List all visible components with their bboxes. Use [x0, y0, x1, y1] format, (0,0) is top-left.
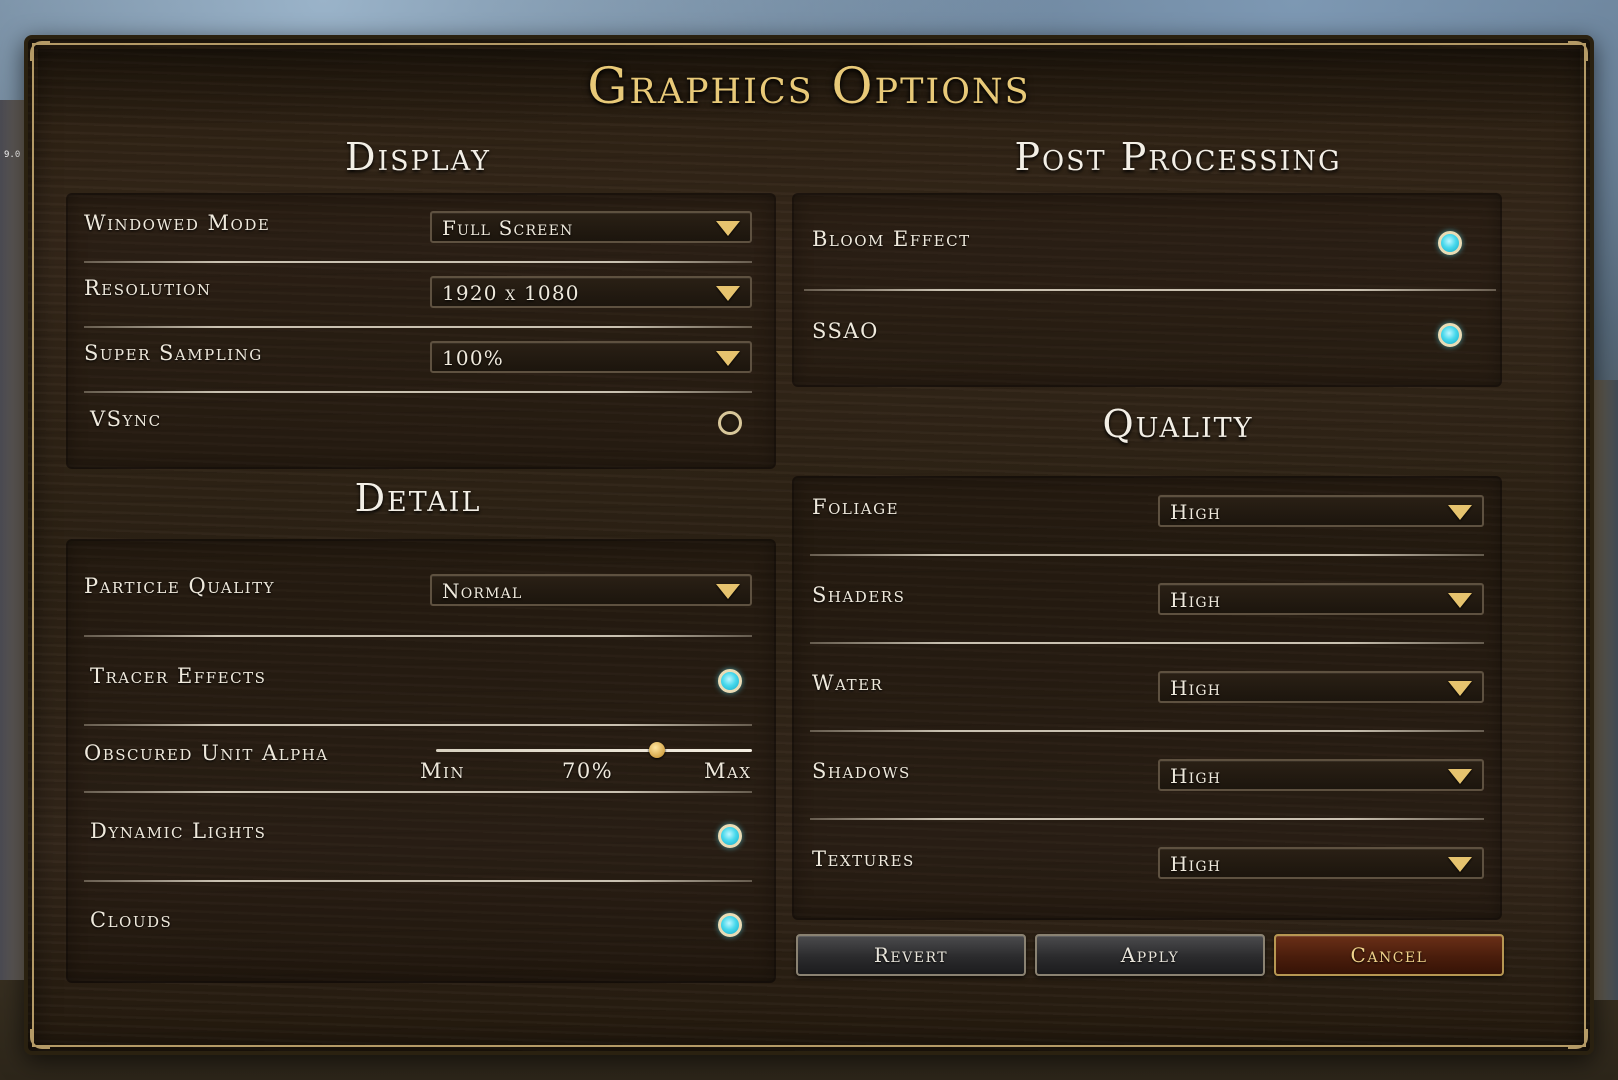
chevron-down-icon [1448, 769, 1472, 784]
page-title: Graphics Options [587, 57, 1031, 115]
textures-label: Textures [812, 847, 915, 871]
super-sampling-value: 100% [442, 346, 504, 370]
foliage-value: High [1170, 500, 1222, 524]
obscured-unit-alpha-slider[interactable] [436, 749, 752, 752]
foliage-dropdown[interactable]: High [1158, 495, 1484, 527]
resolution-dropdown[interactable]: 1920 x 1080 [430, 276, 752, 308]
textures-dropdown[interactable]: High [1158, 847, 1484, 879]
chevron-down-icon [1448, 505, 1472, 520]
resolution-value: 1920 x 1080 [442, 281, 580, 305]
slider-max-label: Max [704, 759, 752, 783]
tracer-effects-label: Tracer Effects [90, 664, 267, 688]
cancel-button[interactable]: Cancel [1274, 934, 1504, 976]
particle-quality-label: Particle Quality [84, 574, 276, 598]
shadows-dropdown[interactable]: High [1158, 759, 1484, 791]
quality-heading: Quality [1102, 402, 1254, 446]
divider [804, 289, 1496, 291]
detail-heading: Detail [354, 476, 482, 520]
super-sampling-label: Super Sampling [84, 341, 263, 365]
clouds-label: Clouds [90, 908, 173, 932]
divider [810, 642, 1484, 644]
divider [84, 391, 752, 393]
divider [84, 635, 752, 637]
dynamic-lights-toggle[interactable] [718, 824, 742, 848]
particle-quality-value: Normal [442, 579, 523, 603]
water-label: Water [812, 671, 884, 695]
textures-value: High [1170, 852, 1222, 876]
divider [810, 730, 1484, 732]
divider [84, 326, 752, 328]
slider-min-label: Min [420, 759, 466, 783]
apply-button[interactable]: Apply [1035, 934, 1265, 976]
divider [84, 261, 752, 263]
divider [84, 724, 752, 726]
shadows-label: Shadows [812, 759, 911, 783]
display-heading: Display [345, 135, 491, 179]
panel-corner [1568, 1029, 1588, 1049]
chevron-down-icon [716, 584, 740, 599]
windowed-mode-label: Windowed Mode [84, 211, 271, 235]
windowed-mode-value: Full Screen [442, 216, 574, 240]
chevron-down-icon [1448, 681, 1472, 696]
bloom-effect-toggle[interactable] [1438, 231, 1462, 255]
shadows-value: High [1170, 764, 1222, 788]
panel-corner [30, 1029, 50, 1049]
resolution-label: Resolution [84, 276, 212, 300]
vsync-toggle[interactable] [718, 411, 742, 435]
bloom-effect-label: Bloom Effect [812, 227, 971, 251]
obscured-unit-alpha-label: Obscured Unit Alpha [84, 741, 329, 765]
tracer-effects-toggle[interactable] [718, 669, 742, 693]
dynamic-lights-label: Dynamic Lights [90, 819, 267, 843]
chevron-down-icon [716, 286, 740, 301]
shaders-value: High [1170, 588, 1222, 612]
chevron-down-icon [1448, 593, 1472, 608]
particle-quality-dropdown[interactable]: Normal [430, 574, 752, 606]
chevron-down-icon [716, 351, 740, 366]
post-processing-heading: Post Processing [1014, 135, 1342, 179]
divider [810, 554, 1484, 556]
revert-button[interactable]: Revert [796, 934, 1026, 976]
divider [84, 791, 752, 793]
divider [84, 880, 752, 882]
super-sampling-dropdown[interactable]: 100% [430, 341, 752, 373]
slider-value: 70% [562, 759, 614, 783]
chevron-down-icon [1448, 857, 1472, 872]
foliage-label: Foliage [812, 495, 900, 519]
shaders-label: Shaders [812, 583, 906, 607]
ssao-label: SSAO [812, 319, 879, 343]
windowed-mode-dropdown[interactable]: Full Screen [430, 211, 752, 243]
divider [810, 818, 1484, 820]
vsync-label: VSync [90, 407, 162, 431]
chevron-down-icon [716, 221, 740, 236]
water-value: High [1170, 676, 1222, 700]
clouds-toggle[interactable] [718, 913, 742, 937]
shaders-dropdown[interactable]: High [1158, 583, 1484, 615]
ssao-toggle[interactable] [1438, 323, 1462, 347]
graphics-options-panel: Graphics Options Display Windowed Mode F… [24, 35, 1594, 1055]
water-dropdown[interactable]: High [1158, 671, 1484, 703]
